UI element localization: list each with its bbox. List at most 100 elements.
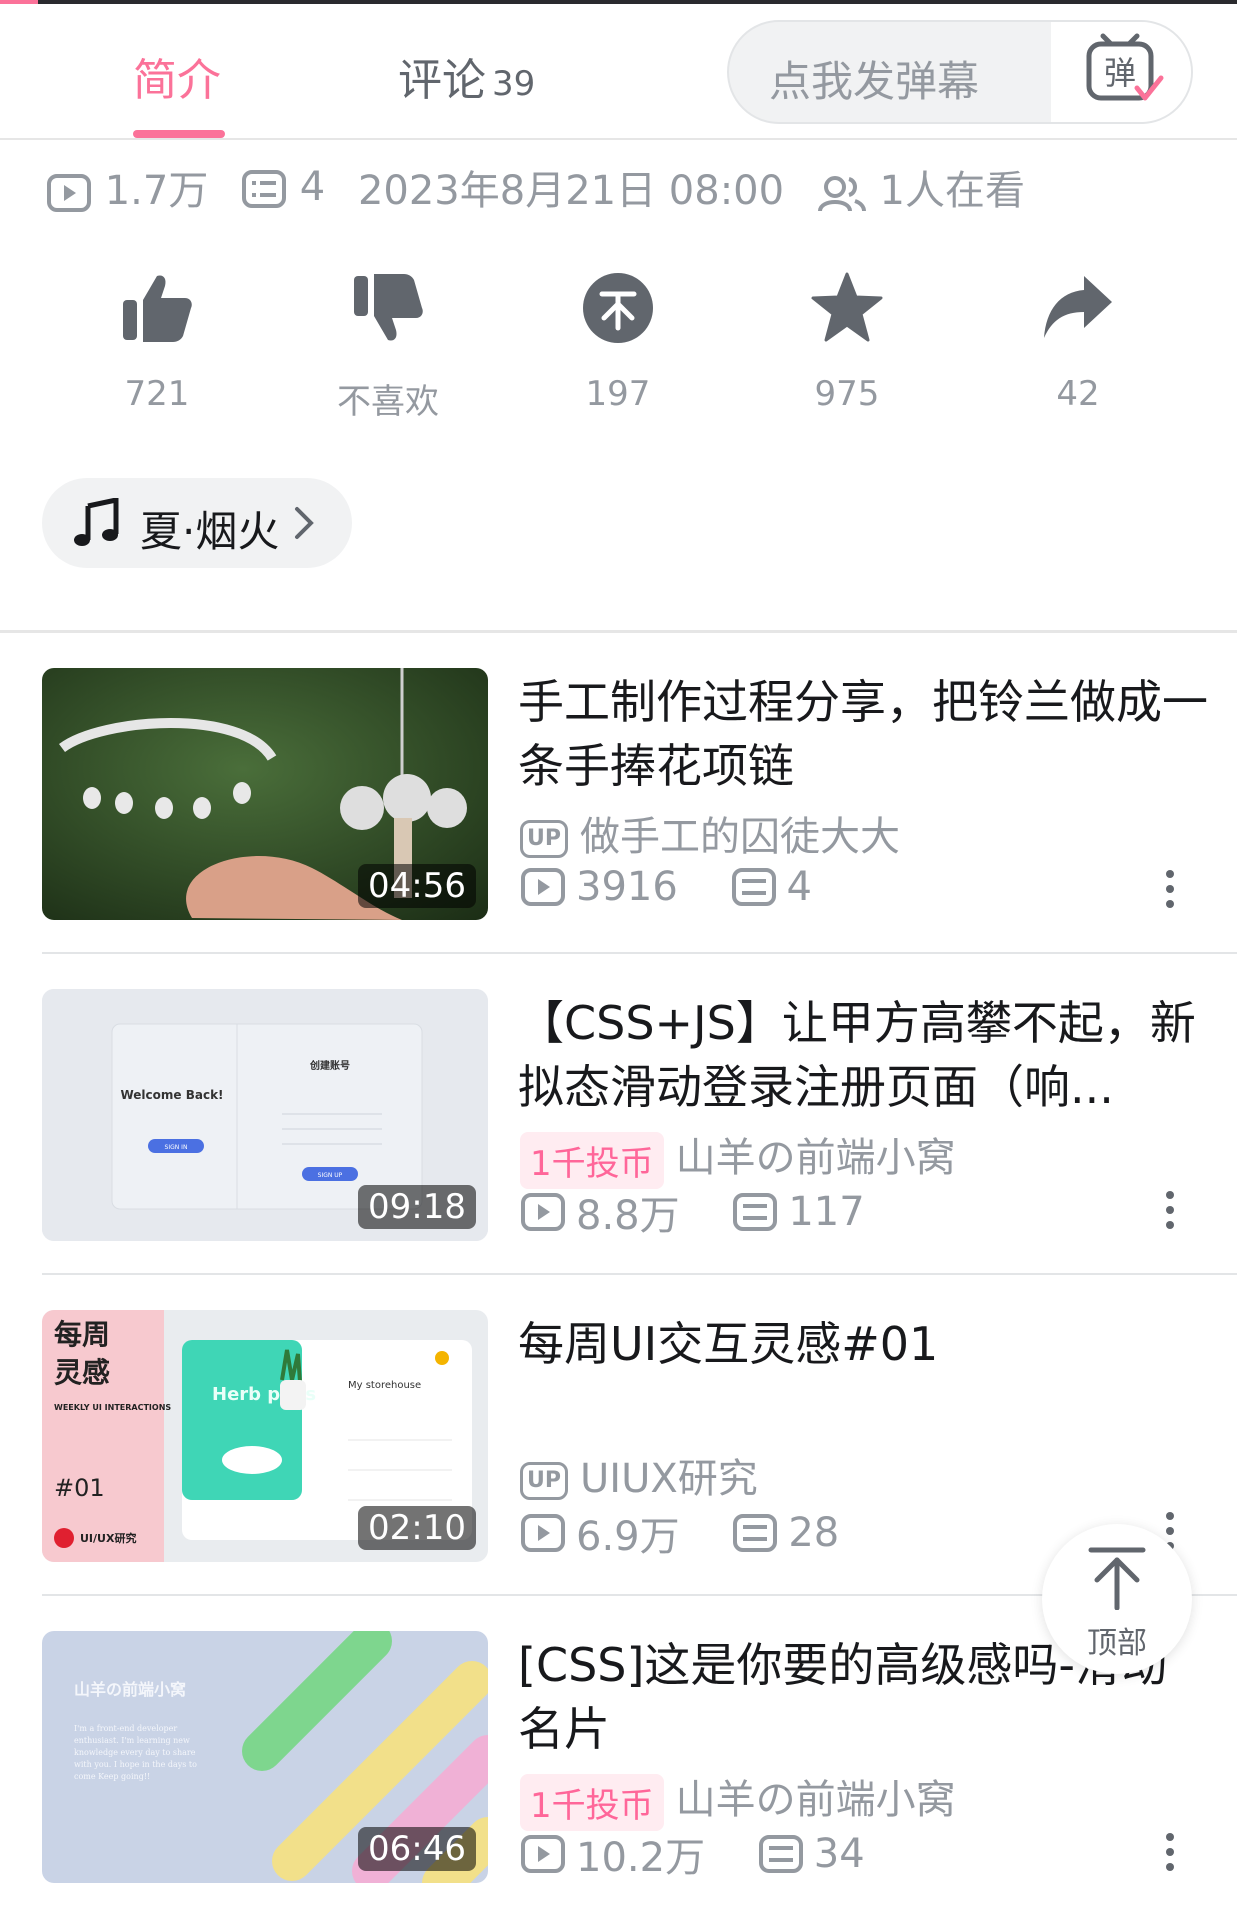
play-count-icon <box>521 1193 565 1231</box>
favorite-button[interactable]: 975 <box>772 270 922 414</box>
video-duration: 06:46 <box>358 1827 476 1871</box>
video-thumbnail[interactable]: Welcome Back! SIGN IN 创建账号 SIGN UP 09:18 <box>42 989 488 1241</box>
video-views: 6.9万 <box>576 1514 680 1560</box>
section-divider <box>0 630 1237 633</box>
video-duration: 04:56 <box>358 864 476 908</box>
thumb-brand: UI/UX研究 <box>80 1531 136 1545</box>
background-music-tag[interactable]: 夏·烟火 <box>42 478 352 568</box>
music-title: 夏·烟火 <box>140 507 280 556</box>
thumb-number: #01 <box>54 1474 105 1502</box>
play-count-icon <box>47 174 91 212</box>
up-icon: UP <box>520 1462 568 1500</box>
video-danmaku: 4 <box>786 864 812 910</box>
related-video-item[interactable]: 每周 灵感 WEEKLY UI INTERACTIONS #01 UI/UX研究… <box>0 1276 1237 1596</box>
thumb-store: My storehouse <box>348 1380 421 1391</box>
danmaku-count-icon <box>733 1514 778 1552</box>
uploader-name: UIUX研究 <box>580 1456 758 1502</box>
danmaku-count-icon <box>731 868 776 906</box>
video-danmaku: 34 <box>813 1831 865 1877</box>
thumb-card-bio: I'm a front-end developer enthusiast. I'… <box>74 1724 197 1781</box>
tab-comments-label: 评论 <box>398 55 486 106</box>
music-note-icon <box>74 498 119 546</box>
related-video-item[interactable]: Welcome Back! SIGN IN 创建账号 SIGN UP 09:18… <box>0 955 1237 1275</box>
share-button[interactable]: 42 <box>1003 270 1153 414</box>
more-options-button[interactable] <box>1160 1833 1180 1879</box>
item-separator <box>42 952 1237 954</box>
danmaku-count-icon <box>758 1835 803 1873</box>
video-title[interactable]: 每周UI交互灵感#01 <box>518 1312 1208 1376</box>
danmaku-toggle-icon: 弹 <box>1086 33 1164 101</box>
video-stats: 6.9万 28 <box>520 1504 839 1562</box>
active-tab-indicator <box>133 130 225 138</box>
thumb-up-icon <box>123 275 192 342</box>
more-options-button[interactable] <box>1160 870 1180 916</box>
video-thumbnail[interactable]: 山羊の前端小窝 I'm a front-end developer enthus… <box>42 1631 488 1883</box>
favorite-count: 975 <box>814 374 880 414</box>
coin-icon <box>583 273 653 343</box>
video-uploader[interactable]: 1千投币 山羊の前端小窝 <box>520 1125 956 1189</box>
thumb-signup-text: SIGN UP <box>318 1172 343 1179</box>
coin-button[interactable]: 197 <box>543 270 693 414</box>
video-tabs-header: 简介 评论 39 点我发弹幕 弹 <box>0 4 1237 140</box>
item-separator <box>42 1273 1237 1275</box>
video-stats: 8.8万 117 <box>520 1183 865 1241</box>
coin-milestone-badge: 1千投币 <box>520 1773 664 1831</box>
like-button[interactable]: 721 <box>82 270 232 414</box>
video-title[interactable]: 【CSS+JS】让甲方高攀不起，新拟态滑动登录注册页面（响... <box>518 991 1208 1119</box>
video-stats: 3916 4 <box>520 862 812 910</box>
uploader-name: 山羊の前端小窝 <box>675 1777 956 1823</box>
play-count-icon <box>521 1514 565 1552</box>
video-danmaku: 117 <box>788 1189 865 1235</box>
coin-count: 197 <box>585 374 651 414</box>
dislike-button[interactable]: 不喜欢 <box>313 270 463 423</box>
related-video-item[interactable]: 04:56 手工制作过程分享，把铃兰做成一条手捧花项链 UP 做手工的囚徒大大 3… <box>0 634 1237 954</box>
video-thumbnail[interactable]: 每周 灵感 WEEKLY UI INTERACTIONS #01 UI/UX研究… <box>42 1310 488 1562</box>
danmaku-count-icon <box>242 170 287 208</box>
video-uploader[interactable]: UP UIUX研究 <box>520 1446 758 1504</box>
thumb-signin-text: SIGN IN <box>165 1144 188 1151</box>
video-title[interactable]: 手工制作过程分享，把铃兰做成一条手捧花项链 <box>518 670 1208 798</box>
video-uploader[interactable]: 1千投币 山羊の前端小窝 <box>520 1767 956 1831</box>
video-duration: 09:18 <box>358 1185 476 1229</box>
uploader-name: 山羊の前端小窝 <box>675 1135 956 1181</box>
video-stats: 10.2万 34 <box>520 1825 865 1883</box>
watching-users-icon <box>817 176 866 212</box>
danmaku-count: 4 <box>299 164 326 210</box>
view-count: 1.7万 <box>104 168 209 214</box>
share-count: 42 <box>1056 374 1100 414</box>
tab-comments[interactable]: 评论 39 <box>398 44 535 108</box>
more-options-button[interactable] <box>1160 1191 1180 1237</box>
danmaku-send-bar: 点我发弹幕 弹 <box>727 20 1193 124</box>
back-to-top-label: 顶部 <box>1087 1626 1147 1661</box>
tab-intro-label: 简介 <box>133 55 221 106</box>
tab-comments-count: 39 <box>492 64 536 104</box>
like-count: 721 <box>124 374 190 414</box>
video-views: 8.8万 <box>576 1193 680 1239</box>
thumb-down-icon <box>354 274 423 341</box>
play-count-icon <box>521 1835 565 1873</box>
thumb-cn-line1: 每周 <box>54 1318 110 1351</box>
thumb-en-text: WEEKLY UI INTERACTIONS <box>54 1403 171 1412</box>
back-to-top-button[interactable]: 顶部 <box>1042 1524 1192 1674</box>
video-stats-row: 1.7万 4 2023年8月21日 08:00 1人在看 <box>46 158 1045 214</box>
thumb-cn-line2: 灵感 <box>54 1356 110 1389</box>
video-uploader[interactable]: UP 做手工的囚徒大大 <box>520 804 900 862</box>
up-icon: UP <box>520 820 568 858</box>
publish-time: 2023年8月21日 08:00 <box>357 168 785 214</box>
thumb-welcome-text: Welcome Back! <box>120 1088 223 1102</box>
danmaku-toggle-button[interactable]: 弹 <box>1051 22 1191 122</box>
video-views: 10.2万 <box>576 1835 706 1881</box>
video-thumbnail[interactable]: 04:56 <box>42 668 488 920</box>
arrow-up-icon <box>1088 1547 1146 1610</box>
tab-intro[interactable]: 简介 <box>133 44 221 108</box>
thumb-signup-title: 创建账号 <box>309 1059 350 1072</box>
uploader-name: 做手工的囚徒大大 <box>580 814 900 860</box>
chevron-right-icon <box>295 507 314 539</box>
danmaku-input[interactable]: 点我发弹幕 <box>769 48 979 109</box>
video-duration: 02:10 <box>358 1506 476 1550</box>
share-icon <box>1044 276 1112 338</box>
dislike-label: 不喜欢 <box>337 382 439 422</box>
thumb-card-name: 山羊の前端小窝 <box>74 1680 186 1699</box>
coin-milestone-badge: 1千投币 <box>520 1131 664 1189</box>
watching-count: 1人在看 <box>879 168 1025 214</box>
